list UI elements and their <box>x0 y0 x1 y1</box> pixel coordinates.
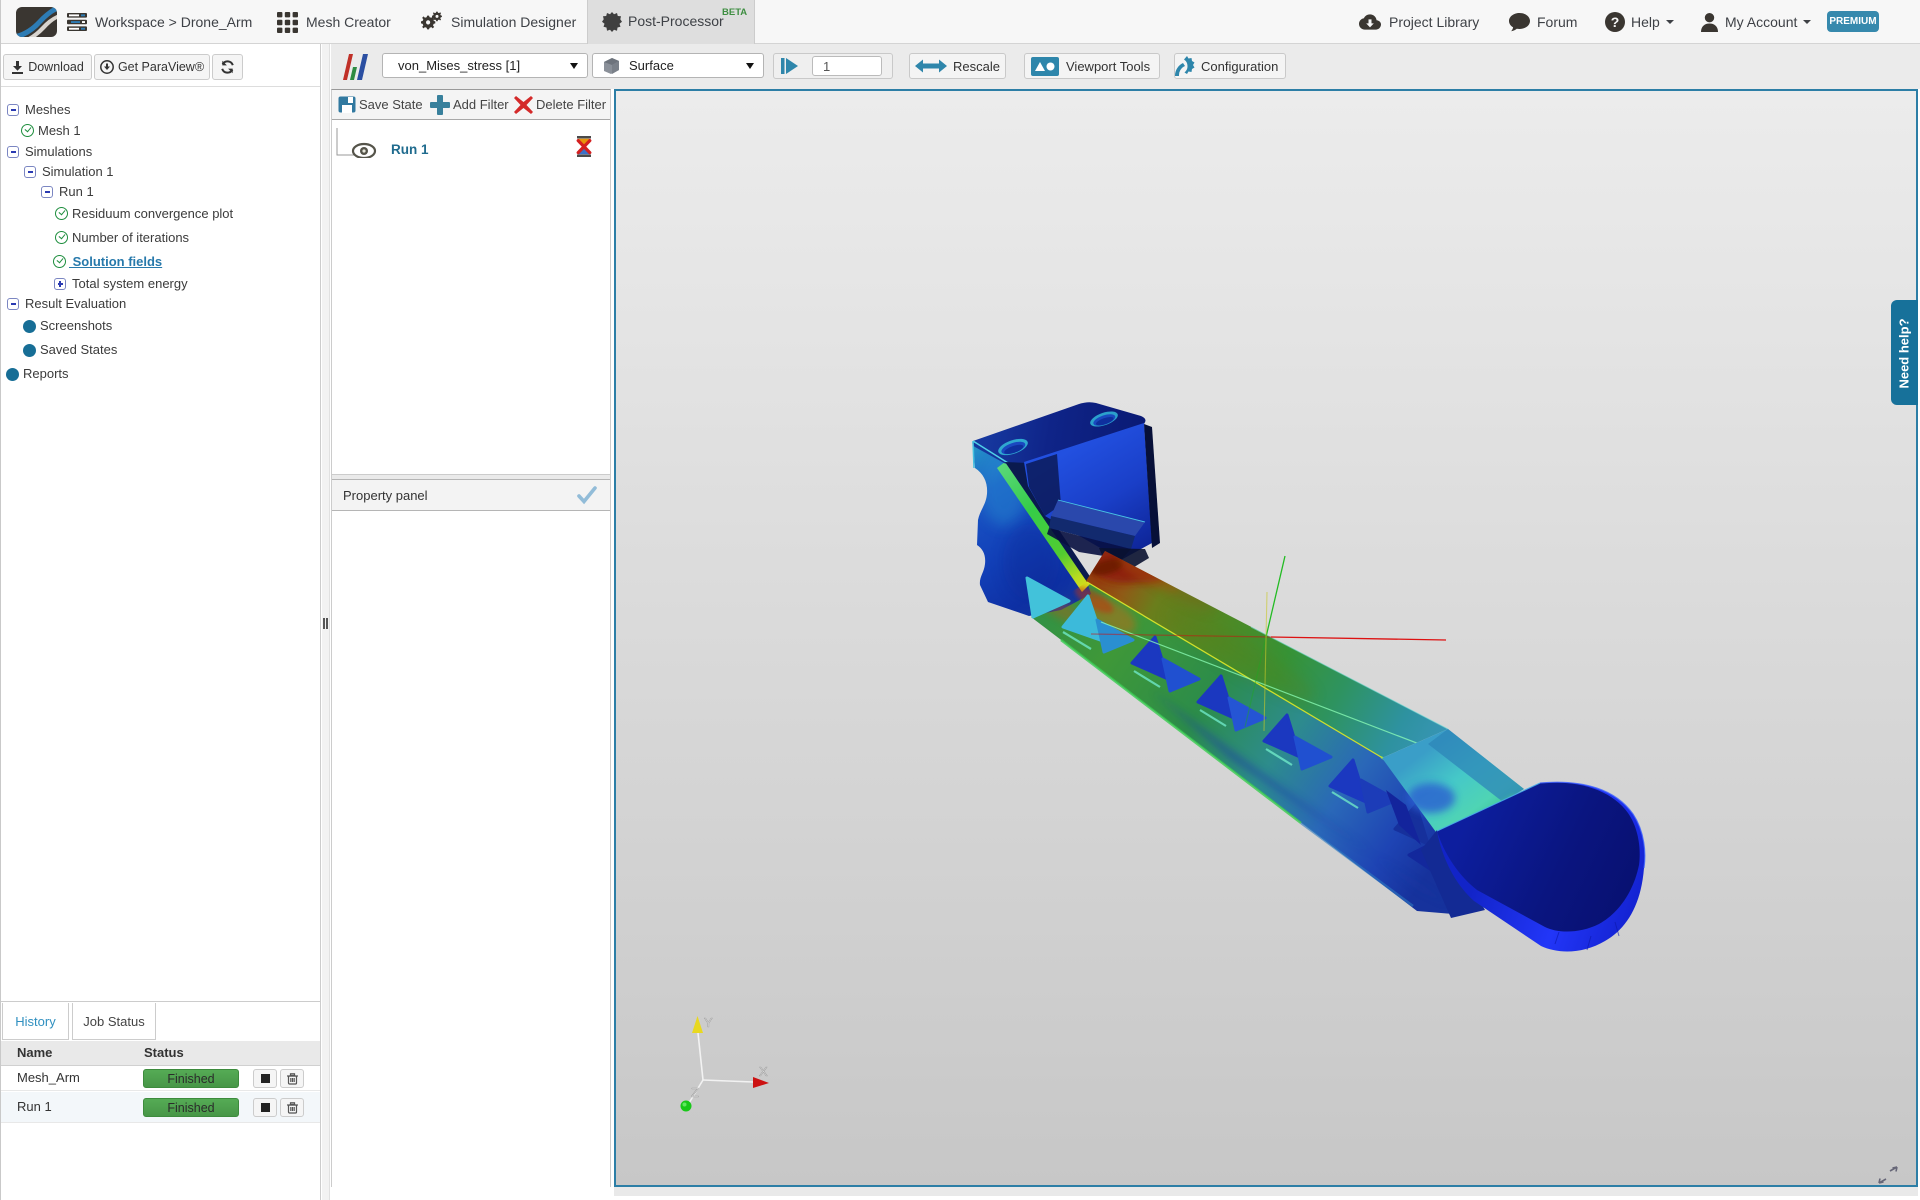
svg-text:?: ? <box>1611 14 1620 30</box>
svg-text:Y: Y <box>704 1015 713 1030</box>
svg-text:Z: Z <box>691 1085 699 1100</box>
svg-text:X: X <box>759 1064 768 1079</box>
